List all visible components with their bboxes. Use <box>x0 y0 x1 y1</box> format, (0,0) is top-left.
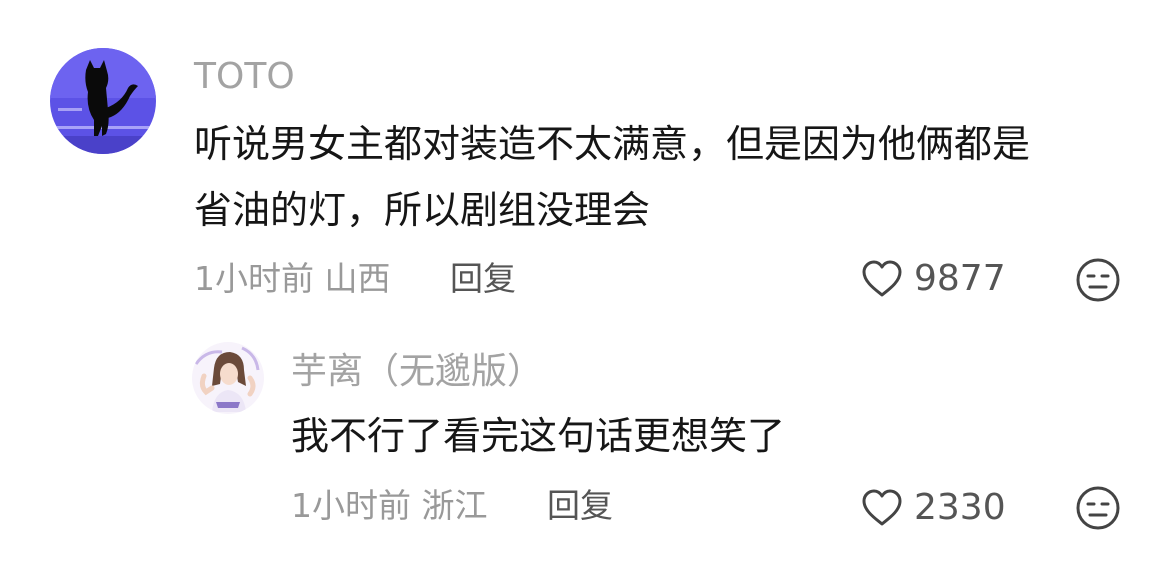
like-count: 2330 <box>914 487 1006 528</box>
black-cat-avatar-icon <box>50 48 156 154</box>
anime-girl-avatar-icon <box>192 342 264 414</box>
comment-content-line: 听说男女主都对装造不太满意，但是因为他俩都是 <box>194 122 1031 166</box>
comment-content-line: 省油的灯，所以剧组没理会 <box>194 188 651 232</box>
username[interactable]: TOTO <box>194 57 295 97</box>
user-avatar[interactable] <box>192 342 264 414</box>
comment-content: 听说男女主都对装造不太满意，但是因为他俩都是 省油的灯，所以剧组没理会 <box>194 111 1030 243</box>
reply-button[interactable]: 回复 <box>547 486 613 526</box>
like-count: 9877 <box>914 258 1006 299</box>
like-button[interactable]: 2330 <box>860 486 1006 530</box>
heart-outline-icon <box>862 260 902 297</box>
user-avatar[interactable] <box>50 48 156 154</box>
meh-face-icon <box>1076 258 1120 302</box>
reply-button[interactable]: 回复 <box>450 259 516 299</box>
dislike-button[interactable] <box>1074 256 1122 308</box>
comment-meta: 1小时前 浙江 <box>291 486 488 525</box>
like-button[interactable]: 9877 <box>860 257 1006 301</box>
heart-outline-icon <box>862 489 902 526</box>
dislike-button[interactable] <box>1074 484 1122 536</box>
comment-content-line: 我不行了看完这句话更想笑了 <box>291 414 786 458</box>
comment-content: 我不行了看完这句话更想笑了 <box>291 403 785 469</box>
comment-meta: 1小时前 山西 <box>194 259 391 298</box>
meh-face-icon <box>1076 486 1120 530</box>
username[interactable]: 芋离（无邈版） <box>291 352 543 392</box>
